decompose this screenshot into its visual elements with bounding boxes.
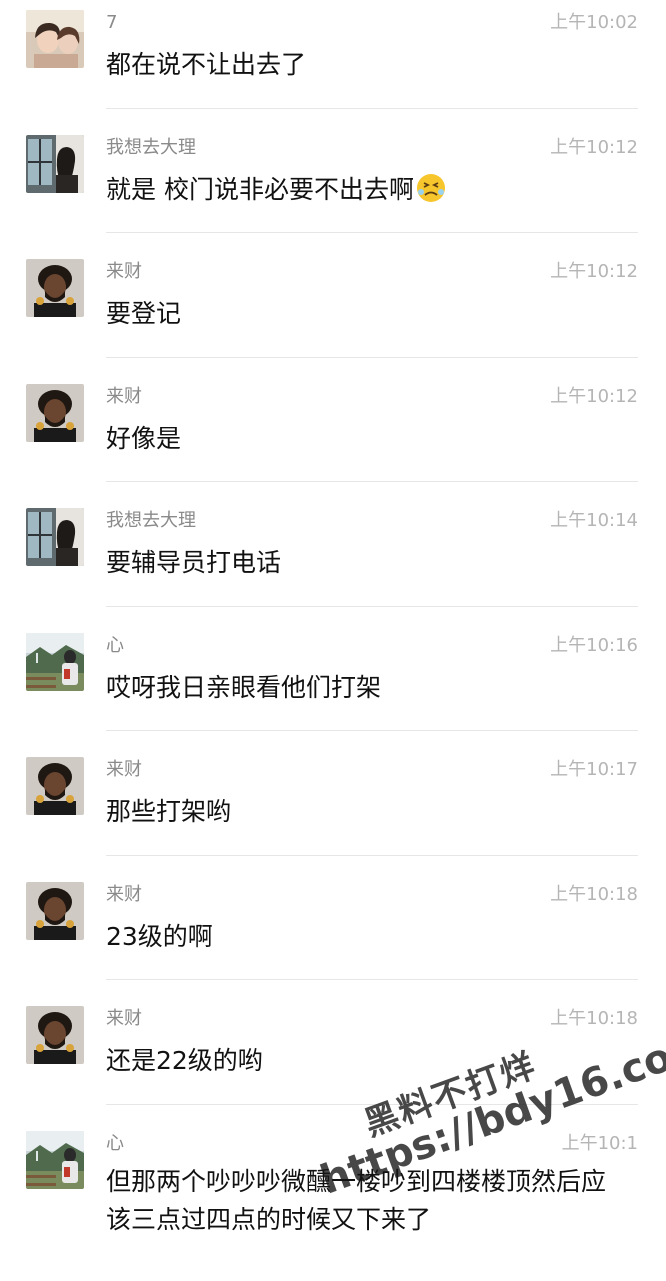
sender-name: 7 — [106, 12, 118, 33]
message-time: 上午10:02 — [550, 12, 638, 33]
divider — [106, 481, 638, 482]
message-text: 那些打架哟 — [106, 797, 232, 826]
sender-name: 来财 — [106, 1008, 142, 1029]
hiker-avatar-icon — [26, 1130, 84, 1189]
avatar[interactable] — [26, 757, 84, 815]
message-text: 都在说不让出去了 — [106, 50, 307, 79]
divider — [106, 605, 638, 607]
message-text: 要登记 — [106, 299, 182, 328]
avatar[interactable] — [26, 134, 84, 193]
girl-selfie-avatar-icon — [26, 10, 84, 68]
divider — [106, 356, 638, 358]
message-item[interactable]: 来财 上午10:12 好像是 — [0, 374, 666, 499]
message-item[interactable]: 来财 上午10:17 那些打架哟 — [0, 747, 666, 872]
sender-name: 来财 — [106, 261, 142, 282]
message-item[interactable]: 7 上午10:02 都在说不让出去了 — [0, 0, 666, 125]
message-text: 就是 校门说非必要不出去啊 — [106, 171, 626, 214]
divider — [106, 107, 638, 109]
message-time: 上午10:18 — [550, 883, 638, 905]
message-text: 好像是 — [106, 423, 182, 453]
sender-name: 来财 — [106, 385, 142, 407]
message-time: 上午10:12 — [550, 261, 638, 282]
message-item[interactable]: 心 上午10:1 但那两个吵吵吵微醺一楼吵到四楼楼顶然后应该三点过四点的时候又下… — [0, 1121, 666, 1281]
message-text: 23级的啊 — [106, 921, 213, 951]
sender-name: 来财 — [106, 759, 142, 780]
sender-name: 心 — [106, 634, 124, 656]
message-item[interactable]: 心 上午10:16 哎呀我日亲眼看他们打架 — [0, 623, 666, 748]
avatar[interactable] — [26, 383, 84, 442]
divider — [106, 1103, 638, 1105]
message-time: 上午10:12 — [550, 385, 638, 407]
message-time: 上午10:14 — [550, 510, 638, 531]
sender-name: 来财 — [106, 883, 142, 905]
sender-name: 心 — [106, 1132, 124, 1154]
message-time: 上午10:1 — [561, 1132, 638, 1154]
man-avatar-icon — [26, 881, 84, 940]
man-avatar-icon — [26, 259, 84, 317]
message-item[interactable]: 来财 上午10:18 还是22级的哟 — [0, 996, 666, 1121]
message-item[interactable]: 我想去大理 上午10:12 就是 校门说非必要不出去啊 — [0, 125, 666, 250]
message-item[interactable]: 我想去大理 上午10:14 要辅导员打电话 — [0, 498, 666, 623]
avatar[interactable] — [26, 1006, 84, 1064]
sender-name: 我想去大理 — [106, 136, 196, 158]
man-avatar-icon — [26, 383, 84, 442]
man-avatar-icon — [26, 757, 84, 815]
divider — [106, 232, 638, 233]
avatar[interactable] — [26, 259, 84, 317]
avatar[interactable] — [26, 632, 84, 691]
message-item[interactable]: 来财 上午10:12 要登记 — [0, 249, 666, 374]
message-text: 但那两个吵吵吵微醺一楼吵到四楼楼顶然后应该三点过四点的时候又下来了 — [106, 1166, 607, 1234]
message-time: 上午10:16 — [550, 634, 638, 656]
divider — [106, 979, 638, 980]
persevering-face-emoji-icon — [416, 173, 446, 214]
avatar[interactable] — [26, 508, 84, 566]
hiker-avatar-icon — [26, 632, 84, 691]
girl-window-avatar-icon — [26, 508, 84, 566]
message-time: 上午10:18 — [550, 1008, 638, 1029]
man-avatar-icon — [26, 1006, 84, 1064]
avatar[interactable] — [26, 881, 84, 940]
avatar[interactable] — [26, 10, 84, 68]
chat-message-list[interactable]: 7 上午10:02 都在说不让出去了 我想去大理 上午10:12 就是 校门说非… — [0, 0, 666, 1281]
message-time: 上午10:12 — [550, 136, 638, 158]
message-text: 还是22级的哟 — [106, 1046, 263, 1075]
sender-name: 我想去大理 — [106, 510, 196, 531]
girl-window-avatar-icon — [26, 134, 84, 193]
avatar[interactable] — [26, 1130, 84, 1189]
divider — [106, 854, 638, 856]
message-text: 哎呀我日亲眼看他们打架 — [106, 672, 382, 702]
divider — [106, 730, 638, 731]
message-time: 上午10:17 — [550, 759, 638, 780]
message-item[interactable]: 来财 上午10:18 23级的啊 — [0, 872, 666, 997]
message-text: 要辅导员打电话 — [106, 548, 282, 577]
